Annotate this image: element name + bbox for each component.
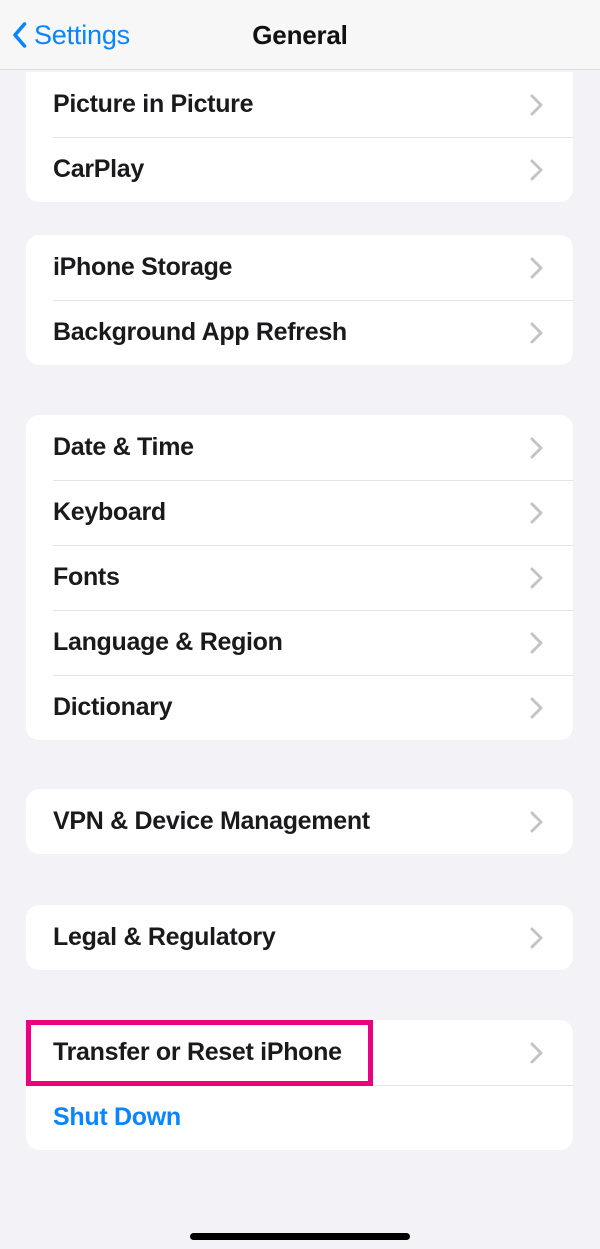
settings-row-label: Transfer or Reset iPhone xyxy=(53,1038,342,1066)
settings-row[interactable]: Date & Time xyxy=(26,415,573,480)
chevron-right-icon xyxy=(530,502,551,524)
settings-group-reset-group: Transfer or Reset iPhone Shut Down xyxy=(26,1020,573,1150)
settings-row[interactable]: CarPlay xyxy=(26,137,573,202)
chevron-right-icon xyxy=(530,632,551,654)
chevron-right-icon xyxy=(530,927,551,949)
settings-row-label: CarPlay xyxy=(53,155,145,183)
navigation-bar: Settings General xyxy=(0,0,600,70)
settings-row-label: VPN & Device Management xyxy=(53,807,370,835)
settings-row[interactable]: Language & Region xyxy=(26,610,573,675)
settings-row[interactable]: Background App Refresh xyxy=(26,300,573,365)
settings-row[interactable]: Shut Down xyxy=(26,1085,573,1150)
chevron-right-icon xyxy=(530,697,551,719)
settings-row[interactable]: Dictionary xyxy=(26,675,573,740)
settings-group-vpn-group: VPN & Device Management xyxy=(26,789,573,854)
home-indicator xyxy=(190,1233,410,1240)
settings-scroll-view[interactable]: Picture in Picture CarPlay iPhone Storage B… xyxy=(0,0,600,1249)
settings-row[interactable]: Transfer or Reset iPhone xyxy=(26,1020,573,1085)
settings-row[interactable]: Legal & Regulatory xyxy=(26,905,573,970)
settings-row-label: Fonts xyxy=(53,563,120,591)
settings-row-label: iPhone Storage xyxy=(53,253,233,281)
chevron-right-icon xyxy=(530,811,551,833)
settings-row-label: Picture in Picture xyxy=(53,90,254,118)
settings-row-label: Date & Time xyxy=(53,433,194,461)
settings-row-label: Background App Refresh xyxy=(53,318,347,346)
chevron-right-icon xyxy=(530,159,551,181)
settings-group-media-group: Picture in Picture CarPlay xyxy=(26,72,573,202)
settings-row[interactable]: iPhone Storage xyxy=(26,235,573,300)
chevron-right-icon xyxy=(530,322,551,344)
settings-row[interactable]: Fonts xyxy=(26,545,573,610)
settings-group-legal-group: Legal & Regulatory xyxy=(26,905,573,970)
settings-group-storage-group: iPhone Storage Background App Refresh xyxy=(26,235,573,365)
settings-group-localization-group: Date & Time Keyboard Fonts Language & Regio… xyxy=(26,415,573,740)
settings-row-label: Legal & Regulatory xyxy=(53,923,276,951)
settings-row-label: Keyboard xyxy=(53,498,166,526)
settings-row[interactable]: Keyboard xyxy=(26,480,573,545)
chevron-right-icon xyxy=(530,437,551,459)
chevron-right-icon xyxy=(530,257,551,279)
chevron-right-icon xyxy=(530,567,551,589)
page-title: General xyxy=(252,19,348,50)
settings-row-label: Language & Region xyxy=(53,628,283,656)
settings-row-label: Shut Down xyxy=(53,1103,181,1131)
settings-row[interactable]: Picture in Picture xyxy=(26,72,573,137)
chevron-right-icon xyxy=(530,94,551,116)
settings-row[interactable]: VPN & Device Management xyxy=(26,789,573,854)
settings-row-label: Dictionary xyxy=(53,693,173,721)
chevron-right-icon xyxy=(530,1042,551,1064)
